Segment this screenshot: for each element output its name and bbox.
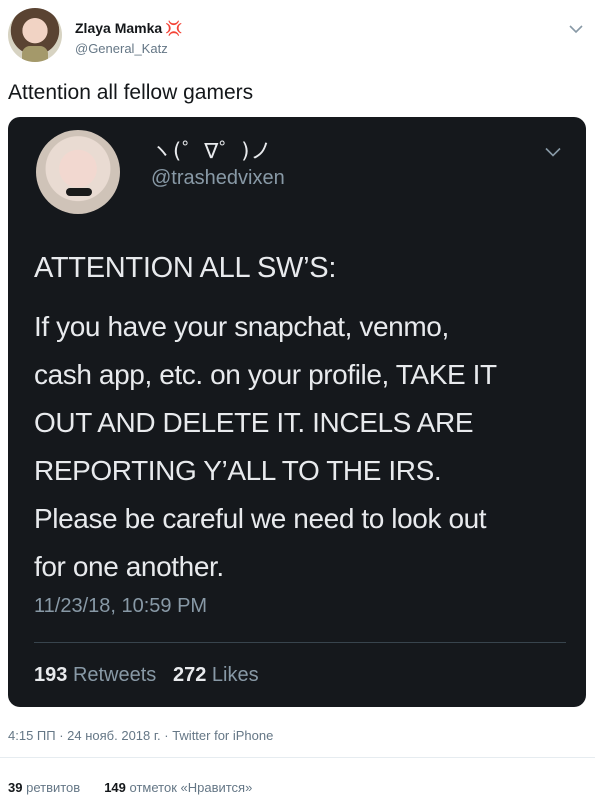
quoted-avatar	[36, 130, 120, 214]
tweet-text: Attention all fellow gamers	[8, 81, 254, 104]
author-display-name[interactable]: Zlaya Mamka 💢	[75, 20, 183, 37]
quoted-body-line: OUT AND DELETE IT. INCELS ARE	[34, 407, 474, 438]
author-handle[interactable]: @General_Katz	[75, 41, 168, 56]
quoted-body-line: If you have your snapchat, venmo,	[34, 311, 449, 342]
quoted-body-line: Please be careful we need to look out	[34, 503, 487, 534]
quoted-body: If you have your snapchat, venmo, cash a…	[34, 303, 574, 591]
author-avatar[interactable]	[8, 8, 62, 62]
retweets-label: ретвитов	[26, 780, 81, 795]
quoted-timestamp: 11/23/18, 10:59 PM	[34, 595, 208, 617]
retweets-stat[interactable]: 39 ретвитов	[8, 780, 80, 795]
quoted-body-line: cash app, etc. on your profile, TAKE IT	[34, 359, 497, 390]
chevron-down-icon	[545, 147, 561, 157]
retweets-count: 39	[8, 780, 23, 795]
tweet-stats: 39 ретвитов 149 отметок «Нравится»	[8, 780, 252, 795]
tweet-meta[interactable]: 4:15 ПП · 24 нояб. 2018 г. · Twitter for…	[8, 728, 273, 743]
avatar-shirt	[22, 46, 48, 62]
embedded-tweet-image[interactable]: ヽ(゜∇゜)ノ @trashedvixen ATTENTION ALL SW’S…	[8, 117, 586, 707]
quoted-divider	[34, 642, 566, 643]
quoted-body-line: REPORTING Y’ALL TO THE IRS.	[34, 455, 442, 486]
quoted-retweets-label: Retweets	[72, 664, 157, 686]
quoted-retweets-count: 193	[34, 664, 68, 686]
stats-divider	[0, 757, 595, 758]
quoted-stats: 193 Retweets 272 Likes	[34, 664, 259, 687]
quoted-handle: @trashedvixen	[151, 167, 285, 189]
likes-count: 149	[104, 780, 126, 795]
quoted-likes-label: Likes	[211, 664, 259, 686]
quoted-heading: ATTENTION ALL SW’S:	[34, 252, 337, 284]
chevron-down-icon[interactable]	[569, 24, 583, 34]
quoted-likes-count: 272	[172, 664, 207, 686]
avatar-choker	[66, 188, 92, 196]
anger-emoji-icon: 💢	[165, 20, 183, 36]
likes-label: отметок «Нравится»	[129, 780, 253, 795]
likes-stat[interactable]: 149 отметок «Нравится»	[104, 780, 252, 795]
quoted-body-line: for one another.	[34, 551, 224, 582]
quoted-display-name: ヽ(゜∇゜)ノ	[151, 139, 273, 163]
author-name-text: Zlaya Mamka	[75, 20, 163, 36]
